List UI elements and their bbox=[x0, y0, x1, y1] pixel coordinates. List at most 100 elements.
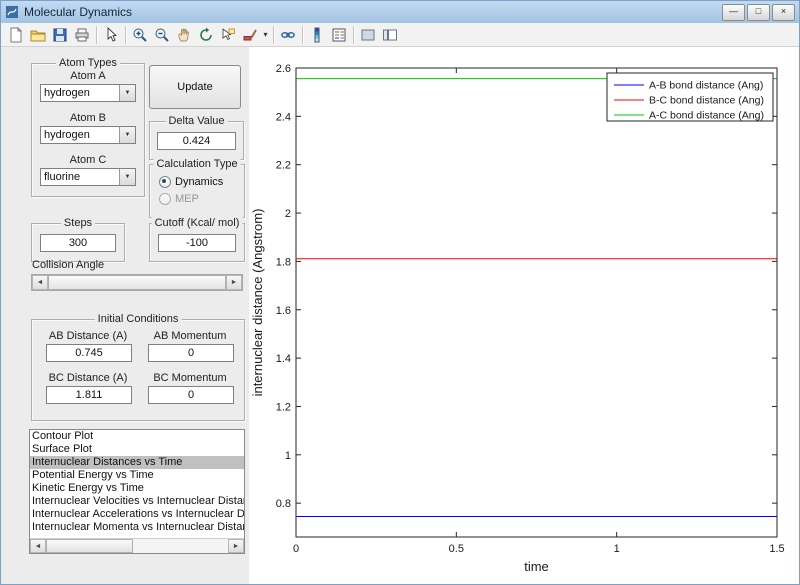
steps-field[interactable] bbox=[40, 234, 116, 252]
ab-distance-label: AB Distance (A) bbox=[48, 330, 128, 342]
update-button[interactable]: Update bbox=[149, 65, 241, 109]
minimize-button[interactable]: — bbox=[722, 3, 745, 21]
group-title: Delta Value bbox=[165, 115, 228, 127]
y-tick-label: 1.8 bbox=[276, 256, 291, 268]
maximize-button[interactable]: □ bbox=[747, 3, 770, 21]
save-figure-icon[interactable] bbox=[49, 24, 71, 45]
insert-legend-icon[interactable] bbox=[328, 24, 350, 45]
atom-b-dropdown[interactable]: hydrogen ▼ bbox=[40, 126, 136, 144]
y-tick-label: 1.6 bbox=[276, 305, 291, 317]
list-items: Contour Plot Surface Plot Internuclear D… bbox=[30, 430, 244, 538]
data-cursor-icon[interactable] bbox=[217, 24, 239, 45]
bc-distance-label: BC Distance (A) bbox=[48, 372, 128, 384]
y-tick-label: 2.4 bbox=[276, 111, 291, 123]
list-item[interactable]: Kinetic Energy vs Time bbox=[30, 482, 244, 495]
axes[interactable]: 0 0.5 1 1.5 0.8 1 1.2 1.4 1.6 1.8 2 2.2 2.4 2.6 A-B bo… bbox=[249, 47, 800, 585]
radio-mep[interactable]: MEP bbox=[159, 192, 199, 205]
bc-momentum-label: BC Momentum bbox=[153, 372, 227, 384]
ab-distance-field[interactable] bbox=[46, 344, 132, 362]
atom-a-dropdown[interactable]: hydrogen ▼ bbox=[40, 84, 136, 102]
group-title: Cutoff (Kcal/ mol) bbox=[151, 217, 243, 229]
slider-thumb[interactable] bbox=[48, 275, 226, 290]
plot-area[interactable]: 0 0.5 1 1.5 0.8 1 1.2 1.4 1.6 1.8 2 2.2 2.4 2.6 A-B bo… bbox=[249, 47, 800, 585]
scroll-left-arrow-icon[interactable]: ◄ bbox=[30, 539, 46, 553]
toolbar-separator bbox=[302, 25, 303, 44]
atom-b-label: Atom B bbox=[69, 112, 107, 124]
legend-label-0: A-B bond distance (Ang) bbox=[649, 80, 763, 92]
radio-label: MEP bbox=[175, 192, 199, 205]
show-plot-tools-icon[interactable] bbox=[379, 24, 401, 45]
print-figure-icon[interactable] bbox=[71, 24, 93, 45]
link-plot-icon[interactable] bbox=[277, 24, 299, 45]
zoom-out-icon[interactable] bbox=[151, 24, 173, 45]
y-tick-label: 0.8 bbox=[276, 498, 291, 510]
brush-dropdown-icon[interactable]: ▾ bbox=[261, 30, 270, 39]
scroll-right-arrow-icon[interactable]: ► bbox=[228, 539, 244, 553]
x-tick-label: 1.5 bbox=[769, 543, 784, 555]
radio-dot-icon bbox=[159, 192, 171, 205]
bc-distance-field[interactable] bbox=[46, 386, 132, 404]
y-tick-label: 1.4 bbox=[276, 353, 291, 365]
plot-type-listbox[interactable]: Contour Plot Surface Plot Internuclear D… bbox=[29, 429, 245, 554]
hide-plot-tools-icon[interactable] bbox=[357, 24, 379, 45]
list-item[interactable]: Internuclear Momenta vs Internuclear Dis… bbox=[30, 521, 244, 534]
slider-left-arrow-icon[interactable]: ◄ bbox=[32, 275, 48, 290]
bc-momentum-field[interactable] bbox=[148, 386, 234, 404]
scrollbar-thumb[interactable] bbox=[46, 539, 134, 553]
figure-toolbar: ▾ bbox=[1, 23, 799, 47]
axes-background bbox=[296, 68, 777, 537]
collision-angle-slider[interactable]: ◄ ► bbox=[31, 274, 243, 291]
title-bar[interactable]: Molecular Dynamics — □ × bbox=[1, 1, 799, 24]
group-title: Calculation Type bbox=[153, 158, 241, 170]
x-tick-label: 1 bbox=[614, 543, 620, 555]
list-item[interactable]: Internuclear Distances vs Time bbox=[30, 456, 244, 469]
close-button[interactable]: × bbox=[772, 3, 795, 21]
listbox-horizontal-scrollbar[interactable]: ◄ ► bbox=[30, 538, 244, 553]
group-title: Initial Conditions bbox=[94, 313, 182, 325]
brush-icon[interactable] bbox=[239, 24, 261, 45]
dropdown-arrow-icon[interactable]: ▼ bbox=[119, 85, 135, 101]
edit-plot-icon[interactable] bbox=[100, 24, 122, 45]
new-figure-icon[interactable] bbox=[5, 24, 27, 45]
list-item[interactable]: Surface Plot bbox=[30, 443, 244, 456]
open-file-icon[interactable] bbox=[27, 24, 49, 45]
y-tick-label: 2 bbox=[285, 208, 291, 220]
legend-label-2: A-C bond distance (Ang) bbox=[649, 110, 764, 122]
delta-value-field[interactable] bbox=[157, 132, 236, 150]
y-axis-label: internuclear distance (Angstrom) bbox=[250, 209, 265, 397]
dropdown-arrow-icon[interactable]: ▼ bbox=[119, 127, 135, 143]
ab-momentum-label: AB Momentum bbox=[153, 330, 227, 342]
list-item[interactable]: Internuclear Accelerations vs Internucle… bbox=[30, 508, 244, 521]
app-window: Molecular Dynamics — □ × ▾ Atom Types At… bbox=[0, 0, 800, 585]
slider-track[interactable] bbox=[48, 275, 226, 290]
zoom-in-icon[interactable] bbox=[129, 24, 151, 45]
x-tick-label: 0.5 bbox=[449, 543, 464, 555]
group-title: Atom Types bbox=[56, 57, 120, 69]
window-icon bbox=[5, 5, 19, 19]
radio-dot-icon bbox=[159, 175, 171, 188]
x-axis-label: time bbox=[524, 559, 549, 574]
y-tick-label: 1 bbox=[285, 450, 291, 462]
list-item[interactable]: Internuclear Velocities vs Internuclear … bbox=[30, 495, 244, 508]
atom-a-value: hydrogen bbox=[44, 87, 90, 99]
atom-types-group: Atom Types Atom A hydrogen ▼ Atom B hydr… bbox=[31, 57, 145, 197]
collision-angle-label: Collision Angle bbox=[32, 259, 105, 271]
y-tick-label: 1.2 bbox=[276, 401, 291, 413]
cutoff-field[interactable] bbox=[158, 234, 236, 252]
toolbar-separator bbox=[96, 25, 97, 44]
dropdown-arrow-icon[interactable]: ▼ bbox=[119, 169, 135, 185]
window-title: Molecular Dynamics bbox=[24, 5, 133, 19]
list-item[interactable]: Potential Energy vs Time bbox=[30, 469, 244, 482]
rotate-3d-icon[interactable] bbox=[195, 24, 217, 45]
pan-icon[interactable] bbox=[173, 24, 195, 45]
slider-right-arrow-icon[interactable]: ► bbox=[226, 275, 242, 290]
scrollbar-track[interactable] bbox=[46, 539, 228, 553]
y-tick-label: 2.2 bbox=[276, 160, 291, 172]
radio-dynamics[interactable]: Dynamics bbox=[159, 175, 223, 188]
x-tick-label: 0 bbox=[293, 543, 299, 555]
list-item[interactable]: Contour Plot bbox=[30, 430, 244, 443]
insert-colorbar-icon[interactable] bbox=[306, 24, 328, 45]
atom-c-dropdown[interactable]: fluorine ▼ bbox=[40, 168, 136, 186]
delta-value-group: Delta Value bbox=[149, 115, 244, 160]
ab-momentum-field[interactable] bbox=[148, 344, 234, 362]
